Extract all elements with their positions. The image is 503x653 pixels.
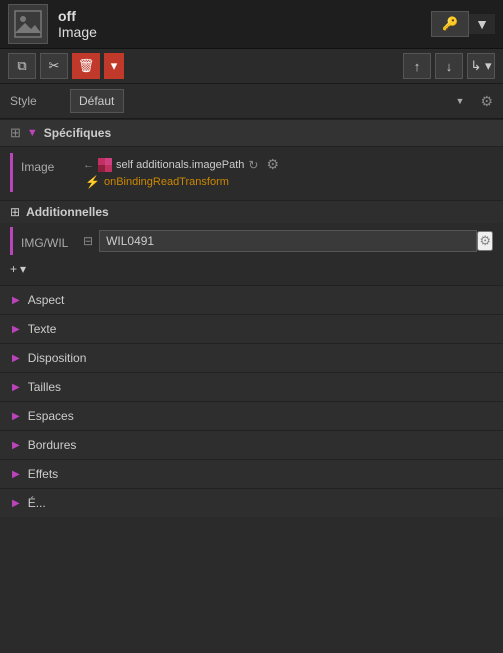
widget-name: Image [58, 24, 97, 40]
effets-arrow: ▶ [12, 469, 20, 480]
aspect-header[interactable]: ▶ Aspect [0, 286, 503, 314]
texte-arrow: ▶ [12, 324, 20, 335]
espaces-label: Espaces [28, 409, 74, 423]
aspect-label: Aspect [28, 293, 65, 307]
aspect-arrow: ▶ [12, 295, 20, 306]
add-icon: + [10, 262, 17, 276]
toolbar-right: ↑ ↓ ↳ ▾ [403, 53, 495, 79]
effets-section: ▶ Effets [0, 459, 503, 488]
espaces-section: ▶ Espaces [0, 401, 503, 430]
disposition-label: Disposition [28, 351, 87, 365]
image-prop-gear[interactable]: ⚙ [266, 156, 279, 173]
grid-icon: ⊞ [10, 125, 21, 141]
widget-info: off Image [8, 4, 97, 44]
cut-button[interactable]: ✂ [40, 53, 68, 79]
bordures-header[interactable]: ▶ Bordures [0, 431, 503, 459]
img-wil-name: IMG/WIL [13, 232, 83, 250]
style-label: Style [10, 94, 60, 108]
disposition-arrow: ▶ [12, 353, 20, 364]
copy-button[interactable]: ⧉ [8, 53, 36, 79]
espaces-arrow: ▶ [12, 411, 20, 422]
texte-label: Texte [28, 322, 57, 336]
aspect-section: ▶ Aspect [0, 285, 503, 314]
bordures-arrow: ▶ [12, 440, 20, 451]
style-row: Style Défaut ⚙ [0, 84, 503, 119]
transform-row: ⚡ onBindingReadTransform [83, 175, 493, 189]
texte-section: ▶ Texte [0, 314, 503, 343]
wil-input[interactable] [99, 230, 477, 252]
tailles-label: Tailles [28, 380, 61, 394]
img-wil-row: IMG/WIL ⊟ ⚙ [10, 227, 503, 255]
tailles-arrow: ▶ [12, 382, 20, 393]
binding-type-icon [98, 158, 112, 172]
img-wil-gear-button[interactable]: ⚙ [477, 231, 493, 251]
texte-header[interactable]: ▶ Texte [0, 315, 503, 343]
key-button[interactable]: 🔑 [431, 11, 469, 37]
image-prop-row: Image ← self additionals.imagePath ↻ ⚙ [10, 153, 503, 192]
disposition-section: ▶ Disposition [0, 343, 503, 372]
lightning-icon: ⚡ [85, 175, 100, 189]
binding-text: self additionals.imagePath [116, 159, 244, 171]
additionnelles-section-header[interactable]: ⊞ Additionnelles [0, 200, 503, 223]
binding-direction-icon: ← [83, 159, 94, 171]
style-gear-button[interactable]: ⚙ [480, 93, 493, 110]
add-button[interactable]: + ▾ [10, 262, 26, 276]
extra-label: É... [28, 496, 46, 510]
widget-icon [8, 4, 48, 44]
effets-label: Effets [28, 467, 58, 481]
top-bar-actions: 🔑 ▼ [431, 11, 495, 37]
delete-dropdown[interactable]: ▾ [104, 53, 124, 79]
additionnelles-label: Additionnelles [26, 205, 109, 219]
tailles-section: ▶ Tailles [0, 372, 503, 401]
image-prop-value-area: ← self additionals.imagePath ↻ ⚙ ⚡ onBin… [83, 156, 493, 189]
extra-section: ▶ É... [0, 488, 503, 517]
add-dropdown-arrow: ▾ [20, 262, 26, 276]
db-icon: ⊟ [83, 234, 93, 248]
effets-header[interactable]: ▶ Effets [0, 460, 503, 488]
extra-arrow: ▶ [12, 498, 20, 509]
disposition-header[interactable]: ▶ Disposition [0, 344, 503, 372]
widget-type: off [58, 8, 97, 24]
image-binding-row: ← self additionals.imagePath ↻ ⚙ [83, 156, 493, 173]
style-select-wrapper: Défaut [70, 89, 470, 113]
bordures-section: ▶ Bordures [0, 430, 503, 459]
widget-title: off Image [58, 8, 97, 40]
tailles-header[interactable]: ▶ Tailles [0, 373, 503, 401]
img-wil-value-area: ⊟ [83, 230, 477, 252]
bordures-label: Bordures [28, 438, 77, 452]
specifiques-section-header[interactable]: ⊞ ▼ Spécifiques [0, 119, 503, 147]
extra-header[interactable]: ▶ É... [0, 489, 503, 517]
move-up-button[interactable]: ↑ [403, 53, 431, 79]
add-row: + ▾ [0, 257, 503, 281]
header-dropdown[interactable]: ▼ [469, 14, 495, 34]
specifiques-arrow: ▼ [27, 127, 38, 139]
additionnelles-props: IMG/WIL ⊟ ⚙ + ▾ [0, 223, 503, 285]
additionnelles-grid-icon: ⊞ [10, 205, 20, 219]
image-prop-name: Image [13, 156, 83, 174]
specifiques-label: Spécifiques [44, 126, 111, 140]
top-bar: off Image 🔑 ▼ [0, 0, 503, 49]
style-select[interactable]: Défaut [70, 89, 124, 113]
indent-button[interactable]: ↳ ▾ [467, 53, 495, 79]
delete-button[interactable]: 🗑 [72, 53, 100, 79]
espaces-header[interactable]: ▶ Espaces [0, 402, 503, 430]
toolbar: ⧉ ✂ 🗑 ▾ ↑ ↓ ↳ ▾ [0, 49, 503, 84]
transform-text: onBindingReadTransform [104, 176, 229, 188]
refresh-icon[interactable]: ↻ [248, 158, 258, 172]
collapse-sections: ▶ Aspect ▶ Texte ▶ Disposition ▶ Tailles… [0, 285, 503, 517]
props-area: Image ← self additionals.imagePath ↻ ⚙ [0, 147, 503, 200]
move-down-button[interactable]: ↓ [435, 53, 463, 79]
